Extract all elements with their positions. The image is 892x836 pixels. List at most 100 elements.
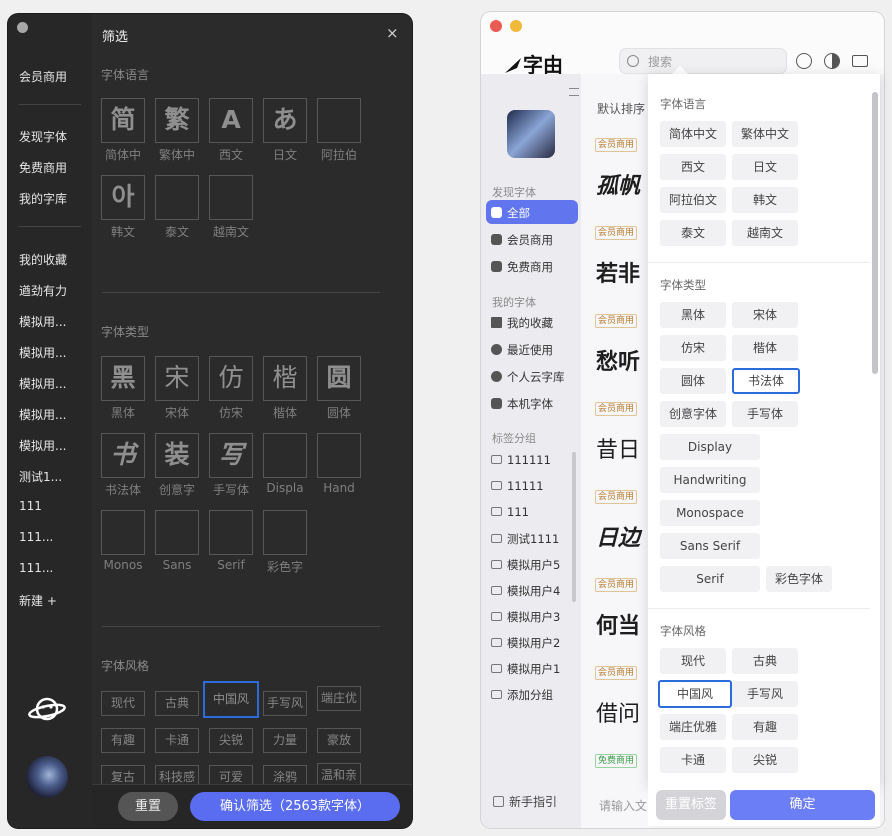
- style-tag[interactable]: 卡通: [155, 728, 199, 753]
- settings-icon[interactable]: [796, 53, 812, 69]
- preview-text-input[interactable]: 请输入文: [599, 797, 647, 814]
- font-sample[interactable]: 若非: [596, 256, 648, 288]
- sidebar-item-recent[interactable]: 最近使用: [491, 342, 553, 358]
- type-chip[interactable]: 黑体: [660, 302, 726, 328]
- style-tag[interactable]: 豪放: [317, 728, 361, 753]
- type-tile[interactable]: 黑: [101, 356, 145, 401]
- style-tag-selected[interactable]: 中国风: [203, 681, 259, 718]
- lang-chip[interactable]: 繁体中文: [732, 121, 798, 147]
- type-chip[interactable]: 仿宋: [660, 335, 726, 361]
- sidebar-item-all[interactable]: 全部: [491, 205, 530, 221]
- type-chip[interactable]: 创意字体: [660, 401, 726, 427]
- lang-chip[interactable]: 西文: [660, 154, 726, 180]
- style-chip[interactable]: 手写风: [732, 681, 798, 707]
- type-tile[interactable]: [209, 510, 253, 555]
- style-chip[interactable]: 有趣: [732, 714, 798, 740]
- sidebar-item-tag[interactable]: 模拟用户4: [491, 583, 560, 599]
- sidebar-item-tag[interactable]: 模拟用户5: [491, 557, 560, 573]
- window-control[interactable]: [17, 22, 28, 33]
- collapse-sidebar-icon[interactable]: [569, 88, 579, 96]
- type-chip[interactable]: Handwriting: [660, 467, 760, 493]
- minimize-window-button[interactable]: [510, 20, 522, 32]
- type-chip[interactable]: Sans Serif: [660, 533, 760, 559]
- confirm-filter-button[interactable]: 确认筛选（2563款字体）: [190, 792, 400, 821]
- confirm-button[interactable]: 确定: [730, 790, 875, 820]
- mail-icon[interactable]: [852, 55, 868, 67]
- type-tile[interactable]: 装: [155, 433, 199, 478]
- style-chip[interactable]: 卡通: [660, 747, 726, 773]
- sidebar-item-tag[interactable]: 模拟用户3: [491, 609, 560, 625]
- sidebar-item-tag[interactable]: 测试1111: [491, 531, 559, 547]
- type-tile[interactable]: 仿: [209, 356, 253, 401]
- style-chip[interactable]: 尖锐: [732, 747, 798, 773]
- type-tile[interactable]: [263, 510, 307, 555]
- type-tile[interactable]: [263, 433, 307, 478]
- style-chip-selected[interactable]: 中国风: [658, 680, 732, 708]
- sidebar-item-group[interactable]: 111...: [19, 530, 53, 544]
- sidebar-item-group[interactable]: 遒劲有力: [19, 282, 67, 299]
- sidebar-item-tag[interactable]: 模拟用户1: [491, 661, 560, 677]
- planet-icon[interactable]: [28, 694, 66, 724]
- lang-tile[interactable]: あ: [263, 98, 307, 143]
- close-window-button[interactable]: [490, 20, 502, 32]
- sidebar-item-vip[interactable]: 会员商用: [19, 68, 67, 85]
- style-tag[interactable]: 古典: [155, 691, 199, 716]
- type-tile[interactable]: 楷: [263, 356, 307, 401]
- type-chip[interactable]: 彩色字体: [766, 566, 832, 592]
- sidebar-item-discover[interactable]: 发现字体: [19, 128, 67, 145]
- sidebar-item-group[interactable]: 模拟用...: [19, 375, 66, 392]
- close-icon[interactable]: ×: [386, 26, 399, 41]
- reset-button[interactable]: 重置: [118, 792, 178, 821]
- font-sample[interactable]: 借问: [596, 696, 648, 728]
- sidebar-item-tag[interactable]: 111111: [491, 453, 551, 467]
- type-chip[interactable]: 宋体: [732, 302, 798, 328]
- lang-chip[interactable]: 泰文: [660, 220, 726, 246]
- theme-icon[interactable]: [824, 53, 840, 69]
- lang-chip[interactable]: 日文: [732, 154, 798, 180]
- lang-chip[interactable]: 阿拉伯文: [660, 187, 726, 213]
- lang-tile[interactable]: [209, 175, 253, 220]
- sidebar-item-free[interactable]: 免费商用: [491, 259, 553, 275]
- avatar[interactable]: [507, 110, 555, 158]
- lang-tile[interactable]: [317, 98, 361, 143]
- type-tile[interactable]: [101, 510, 145, 555]
- font-sample[interactable]: 何当: [596, 608, 648, 640]
- beginner-guide-button[interactable]: 新手指引: [493, 793, 557, 810]
- popover-scrollbar[interactable]: [872, 92, 878, 374]
- lang-tile[interactable]: 繁: [155, 98, 199, 143]
- sidebar-item-tag[interactable]: 模拟用户2: [491, 635, 560, 651]
- sidebar-item-tag[interactable]: 11111: [491, 479, 544, 493]
- type-chip[interactable]: Monospace: [660, 500, 760, 526]
- sidebar-item-local[interactable]: 本机字体: [491, 396, 553, 412]
- sort-dropdown[interactable]: 默认排序: [597, 100, 645, 117]
- lang-chip[interactable]: 韩文: [732, 187, 798, 213]
- sidebar-item-tag[interactable]: 111: [491, 505, 529, 519]
- lang-tile[interactable]: 简: [101, 98, 145, 143]
- type-chip-selected[interactable]: 书法体: [732, 368, 800, 394]
- style-tag[interactable]: 尖锐: [209, 728, 253, 753]
- type-tile[interactable]: [317, 433, 361, 478]
- sidebar-item-group[interactable]: 111...: [19, 561, 53, 575]
- style-tag[interactable]: 力量: [263, 728, 307, 753]
- style-tag[interactable]: 现代: [101, 691, 145, 716]
- sidebar-item-favorites[interactable]: 我的收藏: [19, 251, 67, 268]
- sidebar-item-cloud[interactable]: 个人云字库: [491, 369, 565, 385]
- style-chip[interactable]: 现代: [660, 648, 726, 674]
- type-chip[interactable]: 楷体: [732, 335, 798, 361]
- style-tag[interactable]: 有趣: [101, 728, 145, 753]
- font-sample[interactable]: 昔日: [596, 432, 648, 464]
- sidebar-item-group[interactable]: 模拟用...: [19, 437, 66, 454]
- type-tile[interactable]: [155, 510, 199, 555]
- type-tile[interactable]: 写: [209, 433, 253, 478]
- font-sample[interactable]: 日边: [596, 520, 648, 552]
- sidebar-item-favorites[interactable]: 我的收藏: [491, 315, 553, 331]
- lang-chip[interactable]: 简体中文: [660, 121, 726, 147]
- sidebar-item-free[interactable]: 免费商用: [19, 159, 67, 176]
- type-chip[interactable]: Display: [660, 434, 760, 460]
- sidebar-item-library[interactable]: 我的字库: [19, 190, 67, 207]
- type-tile[interactable]: 圆: [317, 356, 361, 401]
- avatar[interactable]: [26, 756, 68, 798]
- sidebar-item-group[interactable]: 测试1...: [19, 468, 62, 485]
- type-chip[interactable]: Serif: [660, 566, 760, 592]
- lang-tile[interactable]: 아: [101, 175, 145, 220]
